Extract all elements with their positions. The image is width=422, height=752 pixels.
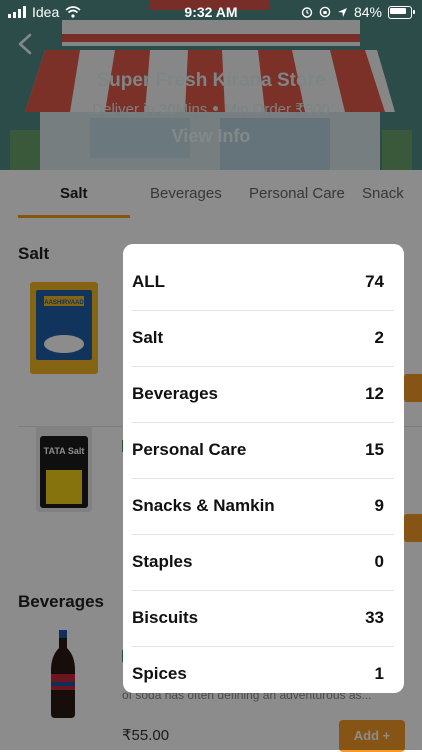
- category-name: Personal Care: [132, 440, 247, 459]
- category-name: ALL: [132, 272, 166, 291]
- category-item-salt[interactable]: Salt 2: [132, 310, 394, 367]
- alarm-icon: [301, 7, 313, 18]
- category-item-snacks-namkin[interactable]: Snacks & Namkin 9: [132, 478, 394, 535]
- category-item-beverages[interactable]: Beverages 12: [132, 366, 394, 423]
- battery-percent: 84%: [353, 4, 382, 20]
- category-count: 2: [374, 328, 384, 347]
- category-count: 74: [365, 272, 384, 291]
- status-bar: Idea 9:32 AM 84%: [0, 0, 422, 24]
- category-count: 33: [365, 608, 384, 627]
- category-name: Beverages: [132, 384, 219, 403]
- category-item-spices[interactable]: Spices 1: [132, 646, 394, 693]
- category-count: 9: [374, 496, 384, 515]
- category-count: 12: [365, 384, 384, 403]
- category-name: Salt: [132, 328, 164, 347]
- category-item-all[interactable]: ALL 74: [132, 254, 394, 311]
- lock-rotation-icon: [319, 6, 331, 18]
- category-name: Staples: [132, 552, 193, 571]
- battery-icon: [388, 5, 415, 19]
- category-item-personal-care[interactable]: Personal Care 15: [132, 422, 394, 479]
- category-count: 1: [374, 664, 384, 683]
- location-arrow-icon: [337, 7, 347, 17]
- category-item-staples[interactable]: Staples 0: [132, 534, 394, 591]
- category-count: 0: [374, 552, 384, 571]
- category-name: Spices: [132, 664, 187, 683]
- category-item-biscuits[interactable]: Biscuits 33: [132, 590, 394, 647]
- category-count: 15: [365, 440, 384, 459]
- category-popup: ALL 74 Salt 2 Beverages 12 Personal Care…: [123, 244, 404, 693]
- category-name: Snacks & Namkin: [132, 496, 275, 515]
- category-name: Biscuits: [132, 608, 199, 627]
